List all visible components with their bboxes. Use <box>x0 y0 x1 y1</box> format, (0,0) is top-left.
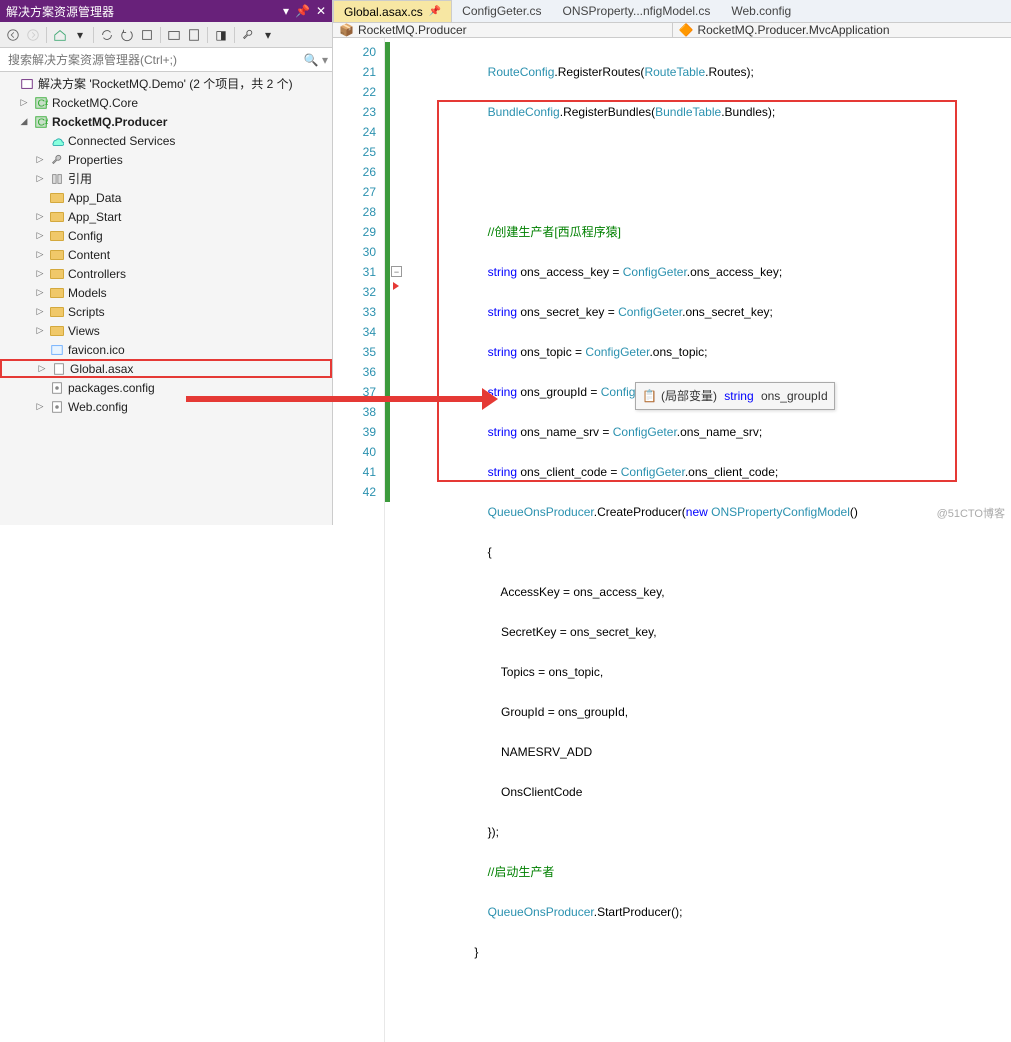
folder-appstart[interactable]: ▷App_Start <box>0 207 332 226</box>
annotation-arrow <box>186 396 484 402</box>
expander-icon[interactable]: ▷ <box>18 97 30 109</box>
csproj-icon: C# <box>33 95 49 111</box>
folder-controllers[interactable]: ▷Controllers <box>0 264 332 283</box>
references-icon <box>49 171 65 187</box>
solution-explorer-panel: 解决方案资源管理器 ▾ 📌 ✕ ▾ ◨ ▾ <box>0 0 333 525</box>
favicon-node[interactable]: favicon.ico <box>0 340 332 359</box>
namespace-icon: 📦 <box>339 23 354 37</box>
sync-icon[interactable] <box>98 26 116 44</box>
solution-icon <box>19 76 35 92</box>
folder-icon <box>49 190 65 206</box>
csproj-icon: C# <box>33 114 49 130</box>
properties-node[interactable]: ▷Properties <box>0 150 332 169</box>
image-icon <box>49 342 65 358</box>
expander-icon[interactable]: ▷ <box>36 363 48 375</box>
folder-content[interactable]: ▷Content <box>0 245 332 264</box>
watermark: @51CTO博客 <box>937 505 1005 521</box>
pin-icon[interactable]: 📌 <box>429 6 441 17</box>
folder-icon <box>49 304 65 320</box>
forward-icon[interactable] <box>24 26 42 44</box>
expander-icon[interactable]: ▷ <box>34 268 46 280</box>
folder-icon <box>49 323 65 339</box>
panel-title: 解决方案资源管理器 <box>6 3 114 20</box>
close-icon[interactable]: ✕ <box>316 4 326 18</box>
solution-explorer-toolbar: ▾ ◨ ▾ <box>0 22 332 48</box>
solution-node[interactable]: 解决方案 'RocketMQ.Demo' (2 个项目，共 2 个) <box>0 74 332 93</box>
folder-icon <box>49 285 65 301</box>
back-icon[interactable] <box>4 26 22 44</box>
code-editor[interactable]: 2021222324252627282930313233343536373839… <box>333 38 1011 1042</box>
file-icon <box>51 361 67 377</box>
intellisense-tooltip: 📋 (局部变量) string ons_groupId <box>635 382 835 410</box>
tab-configgeter[interactable]: ConfigGeter.cs <box>452 0 552 22</box>
config-icon <box>49 399 65 415</box>
nav-namespace[interactable]: 📦RocketMQ.Producer <box>333 23 673 37</box>
svg-text:C#: C# <box>38 116 49 128</box>
dropdown-icon[interactable]: ▾ <box>283 4 289 18</box>
expander-icon[interactable]: ▷ <box>34 154 46 166</box>
home-icon[interactable] <box>51 26 69 44</box>
project-producer[interactable]: ◢C#RocketMQ.Producer <box>0 112 332 131</box>
solution-tree: 解决方案 'RocketMQ.Demo' (2 个项目，共 2 个) ▷C#Ro… <box>0 72 332 525</box>
expander-icon[interactable]: ▷ <box>34 325 46 337</box>
tab-global-asax[interactable]: Global.asax.cs📌 <box>333 0 452 22</box>
expander-icon[interactable]: ▷ <box>34 230 46 242</box>
properties-icon[interactable] <box>185 26 203 44</box>
class-icon: 🔶 <box>679 23 694 37</box>
expander-icon[interactable]: ▷ <box>34 211 46 223</box>
references-node[interactable]: ▷引用 <box>0 169 332 188</box>
folder-icon <box>49 247 65 263</box>
editor-nav-bar: 📦RocketMQ.Producer 🔶RocketMQ.Producer.Mv… <box>333 23 1011 38</box>
search-input[interactable] <box>4 51 304 69</box>
wrench-icon <box>49 152 65 168</box>
folder-config[interactable]: ▷Config <box>0 226 332 245</box>
filter-icon[interactable]: ▾ <box>71 26 89 44</box>
folder-views[interactable]: ▷Views <box>0 321 332 340</box>
collapse-icon[interactable] <box>138 26 156 44</box>
line-gutter: 2021222324252627282930313233343536373839… <box>333 38 385 1042</box>
folder-appdata[interactable]: App_Data <box>0 188 332 207</box>
show-all-icon[interactable] <box>165 26 183 44</box>
svg-text:C#: C# <box>38 97 49 109</box>
expander-icon[interactable]: ▷ <box>34 306 46 318</box>
code-content[interactable]: RouteConfig.RegisterRoutes(RouteTable.Ro… <box>385 38 858 1042</box>
tab-webconfig[interactable]: Web.config <box>721 0 802 22</box>
editor-tabs: Global.asax.cs📌 ConfigGeter.cs ONSProper… <box>333 0 1011 23</box>
folder-icon <box>49 209 65 225</box>
expander-icon[interactable]: ◢ <box>18 116 30 128</box>
editor-panel: Global.asax.cs📌 ConfigGeter.cs ONSProper… <box>333 0 1011 525</box>
folder-icon <box>49 228 65 244</box>
connected-services[interactable]: Connected Services <box>0 131 332 150</box>
wrench-icon[interactable] <box>239 26 257 44</box>
global-asax-node[interactable]: ▷Global.asax <box>0 359 332 378</box>
tab-onsproperty[interactable]: ONSProperty...nfigModel.cs <box>553 0 722 22</box>
expander-icon[interactable]: ▷ <box>34 401 46 413</box>
solution-explorer-header: 解决方案资源管理器 ▾ 📌 ✕ <box>0 0 332 22</box>
solution-search[interactable]: 🔍 ▾ <box>0 48 332 72</box>
cloud-icon <box>49 133 65 149</box>
search-icon[interactable]: 🔍 ▾ <box>304 53 328 67</box>
expander-icon[interactable]: ▷ <box>34 249 46 261</box>
config-icon <box>49 380 65 396</box>
expander-icon[interactable]: ▷ <box>34 173 46 185</box>
pin-icon[interactable]: 📌 <box>295 4 310 18</box>
project-core[interactable]: ▷C#RocketMQ.Core <box>0 93 332 112</box>
nav-class[interactable]: 🔶RocketMQ.Producer.MvcApplication <box>673 23 1011 37</box>
expander-icon[interactable]: ▷ <box>34 287 46 299</box>
variable-icon: 📋 <box>642 386 657 406</box>
packages-config-node[interactable]: packages.config <box>0 378 332 397</box>
folder-scripts[interactable]: ▷Scripts <box>0 302 332 321</box>
preview-icon[interactable]: ◨ <box>212 26 230 44</box>
refresh-icon[interactable] <box>118 26 136 44</box>
highlight-box <box>437 100 957 482</box>
folder-models[interactable]: ▷Models <box>0 283 332 302</box>
wrench-dropdown-icon[interactable]: ▾ <box>259 26 277 44</box>
folder-icon <box>49 266 65 282</box>
